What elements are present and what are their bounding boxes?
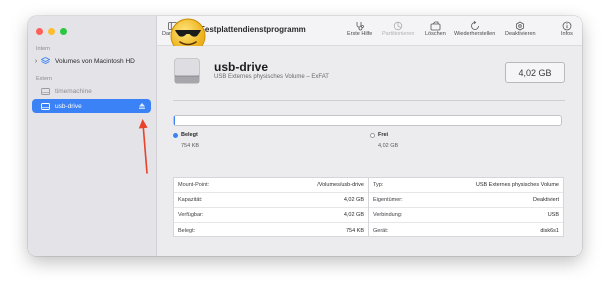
info-row: Mount-Point: /Volumes/usb-drive: [174, 178, 368, 193]
info-row: Kapazität: 4,02 GB: [174, 193, 368, 208]
info-value: Deaktiviert: [533, 197, 559, 203]
main-panel: usb-drive USB Externes physisches Volume…: [157, 46, 582, 256]
volume-subtitle: USB Externes physisches Volume – ExFAT: [214, 74, 329, 80]
info-key: Eigentümer:: [373, 197, 403, 203]
used-value: 754 KB: [181, 143, 200, 149]
legend-free: Frei 4,02 GB: [370, 132, 398, 149]
chevron-right-icon[interactable]: ›: [32, 58, 40, 65]
sidebar-item-label: usb-drive: [55, 102, 82, 110]
used-dot-icon: [173, 132, 178, 138]
info-value: /Volumes/usb-drive: [317, 182, 364, 188]
info-row: Eigentümer: Deaktiviert: [369, 193, 563, 208]
erase-icon: [430, 20, 441, 31]
info-key: Gerät:: [373, 227, 389, 234]
sidebar-item-macintosh-hd[interactable]: › Volumes von Macintosh HD: [32, 54, 151, 68]
sidebar-item-label: timemachine: [55, 87, 92, 95]
info-row: Verfügbar: 4,02 GB: [174, 208, 368, 223]
info-value: 4,02 GB: [343, 212, 364, 218]
window-controls: [36, 28, 67, 35]
info-key: Mount-Point:: [178, 182, 210, 188]
info-key: Verfügbar:: [178, 212, 204, 218]
unmount-button[interactable]: Deaktivieren: [505, 20, 536, 37]
sidebar-item-label: Volumes von Macintosh HD: [55, 57, 135, 65]
section-external-label: Extern: [36, 76, 52, 82]
restore-label: Wiederherstellen: [454, 31, 496, 37]
disk-utility-window: Intern › Volumes von Macintosh HD Extern…: [28, 16, 582, 256]
volume-size-badge: 4,02 GB: [505, 62, 565, 83]
info-label: Infos: [561, 31, 573, 37]
info-row: Typ: USB Externes physisches Volume: [369, 178, 563, 193]
minimize-window-button[interactable]: [48, 28, 55, 35]
toolbar: Darstellung Festplattendienstprogramm Er…: [157, 16, 582, 46]
erase-label: Löschen: [425, 31, 446, 37]
first-aid-button[interactable]: Erste Hilfe: [347, 20, 372, 37]
info-icon: [562, 20, 572, 31]
partition-label: Partitionieren: [382, 31, 415, 37]
free-label: Frei: [378, 132, 389, 138]
usage-bar-fill: [174, 116, 176, 125]
sidebar-item-timemachine[interactable]: timemachine: [32, 84, 151, 98]
info-key: Typ:: [373, 182, 384, 188]
info-value: USB: [547, 212, 559, 218]
first-aid-label: Erste Hilfe: [347, 31, 373, 37]
drive-icon: [40, 102, 51, 110]
info-value: disk6s1: [540, 227, 559, 234]
layers-icon: [40, 57, 51, 65]
info-value: USB Externes physisches Volume: [475, 182, 559, 188]
info-key: Kapazität:: [178, 197, 203, 203]
free-dot-icon: [370, 132, 375, 138]
info-value: 754 KB: [345, 227, 364, 234]
info-column-left: Mount-Point: /Volumes/usb-drive Kapazität…: [174, 178, 368, 236]
restore-icon: [470, 20, 480, 31]
info-row: Gerät: disk6s1: [369, 223, 563, 238]
info-column-right: Typ: USB Externes physisches Volume Eigen…: [368, 178, 563, 236]
info-key: Belegt:: [178, 227, 196, 234]
usage-bar: [173, 115, 562, 126]
section-internal-label: Intern: [36, 46, 51, 52]
external-drive-icon: [174, 58, 200, 84]
unmount-label: Deaktivieren: [505, 31, 536, 37]
zoom-window-button[interactable]: [60, 28, 67, 35]
stethoscope-icon: [355, 20, 365, 31]
window-title: Festplattendienstprogramm: [200, 25, 306, 34]
erase-button[interactable]: Löschen: [425, 20, 446, 37]
restore-button[interactable]: Wiederherstellen: [454, 20, 495, 37]
annotation-arrow: [138, 119, 148, 174]
legend-used: Belegt 754 KB: [173, 132, 199, 149]
info-key: Verbindung:: [373, 212, 403, 218]
drive-icon: [40, 87, 51, 95]
close-window-button[interactable]: [36, 28, 43, 35]
eject-icon[interactable]: [138, 102, 146, 110]
sidebar-item-usb-drive[interactable]: usb-drive: [32, 99, 151, 113]
unmount-icon: [515, 20, 525, 31]
volume-name: usb-drive: [214, 60, 269, 74]
info-button[interactable]: Infos: [561, 20, 573, 37]
info-row: Verbindung: USB: [369, 208, 563, 223]
info-value: 4,02 GB: [343, 197, 364, 203]
info-row: Belegt: 754 KB: [174, 223, 368, 238]
used-label: Belegt: [181, 132, 198, 138]
pie-chart-icon: [393, 20, 403, 31]
partition-button[interactable]: Partitionieren: [382, 20, 414, 37]
info-table: Mount-Point: /Volumes/usb-drive Kapazität…: [173, 177, 564, 237]
divider: [173, 100, 565, 101]
free-value: 4,02 GB: [378, 143, 399, 149]
